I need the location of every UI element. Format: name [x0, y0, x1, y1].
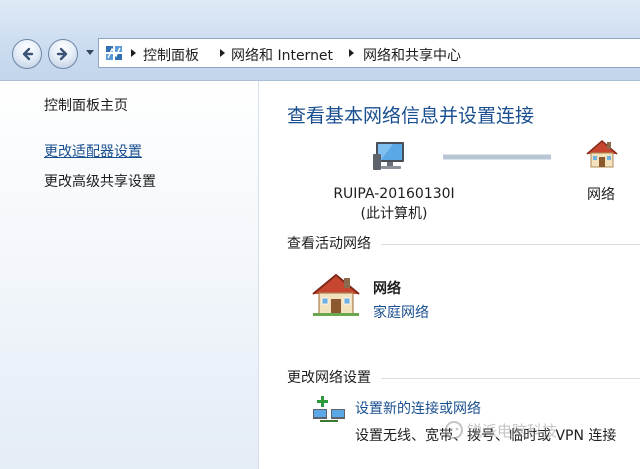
address-toolbar: 控制面板 网络和 Internet 网络和共享中心	[0, 0, 640, 81]
back-arrow-icon	[22, 47, 34, 61]
address-box[interactable]: 控制面板 网络和 Internet 网络和共享中心	[98, 38, 640, 68]
computer-name[interactable]: RUIPA-20160130I (此计算机)	[331, 184, 457, 224]
sidebar-item-advanced-sharing-settings[interactable]: 更改高级共享设置	[44, 171, 156, 191]
recent-pages-dropdown[interactable]	[86, 50, 94, 55]
section-divider	[381, 244, 640, 245]
forward-button[interactable]	[48, 39, 78, 69]
breadcrumb-control-panel[interactable]: 控制面板	[143, 45, 199, 65]
forward-arrow-icon	[56, 47, 68, 61]
new-connection-icon	[313, 396, 345, 422]
section-divider	[381, 378, 640, 379]
left-task-pane: 控制面板主页 更改适配器设置 更改高级共享设置	[0, 81, 259, 469]
network-connection-line	[443, 154, 551, 160]
breadcrumb-separator[interactable]	[131, 49, 136, 57]
watermark-text: 锐派电脑科技	[467, 422, 558, 440]
main-content: 查看基本网络信息并设置连接 RUIPA-20160130I (此计算机) 网络 …	[259, 81, 640, 469]
breadcrumb-separator[interactable]	[349, 49, 354, 57]
computer-name-label: RUIPA-20160130I	[333, 186, 455, 202]
active-networks-heading: 查看活动网络	[287, 236, 371, 252]
change-settings-heading: 更改网络设置	[287, 370, 371, 386]
control-panel-icon	[106, 46, 122, 60]
sidebar-item-change-adapter-settings[interactable]: 更改适配器设置	[44, 141, 142, 161]
breadcrumb-network-internet[interactable]: 网络和 Internet	[231, 45, 333, 65]
computer-icon[interactable]	[373, 140, 409, 172]
active-network-name: 网络	[373, 281, 401, 297]
house-icon[interactable]	[585, 139, 619, 169]
setup-new-connection-link[interactable]: 设置新的连接或网络	[355, 398, 481, 418]
active-network-type-link[interactable]: 家庭网络	[373, 302, 429, 322]
watermark-logo-icon	[445, 421, 463, 439]
network-map-label[interactable]: 网络	[587, 184, 615, 204]
sidebar-item-control-panel-home[interactable]: 控制面板主页	[44, 95, 128, 115]
house-icon	[312, 273, 360, 316]
breadcrumb-separator[interactable]	[220, 49, 225, 57]
back-button[interactable]	[12, 39, 42, 69]
page-title: 查看基本网络信息并设置连接	[287, 105, 535, 127]
breadcrumb-network-sharing-center[interactable]: 网络和共享中心	[363, 45, 461, 65]
computer-name-sub: (此计算机)	[360, 206, 428, 222]
